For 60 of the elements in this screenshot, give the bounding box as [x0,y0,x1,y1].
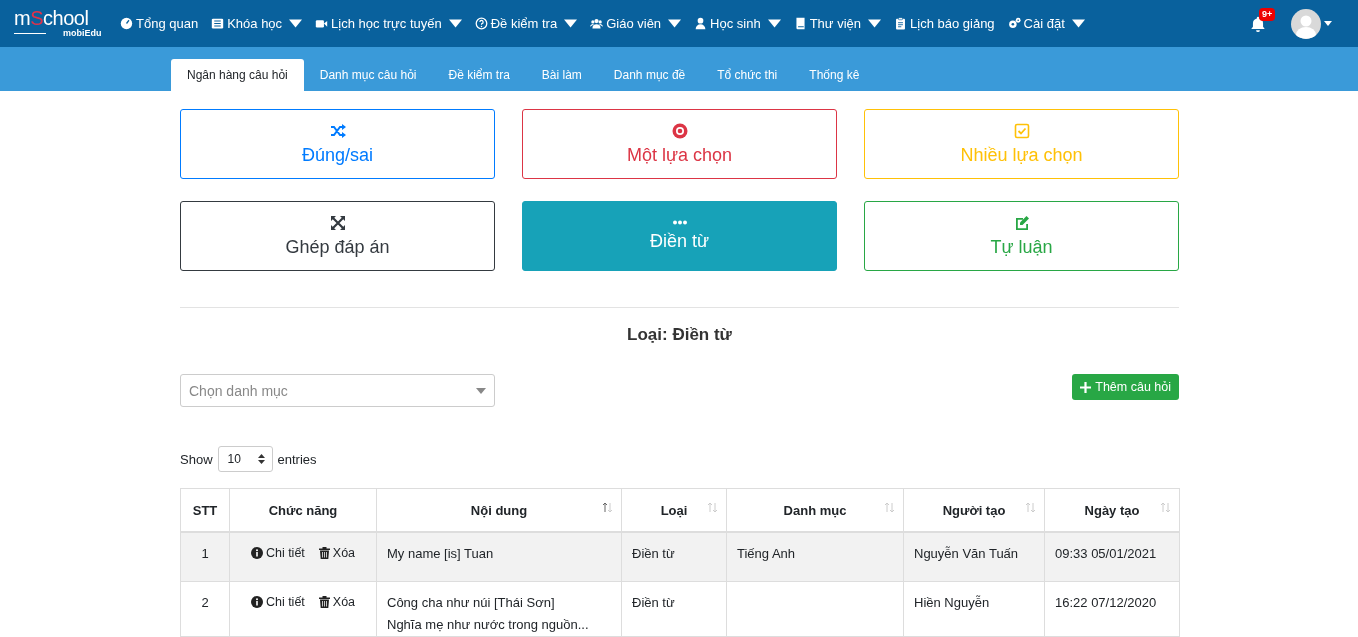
book-icon [793,17,807,30]
info-icon [250,596,263,608]
question-type-button[interactable]: Đúng/sai [180,109,495,179]
category-select[interactable]: Chọn danh mục [180,374,495,407]
brand-logo[interactable]: mSchool [14,9,104,27]
table-cell: 16:22 07/12/2020 [1044,581,1180,637]
notification-badge: 9+ [1259,7,1276,21]
show-label: Show [180,451,213,467]
table-cell: Nguyễn Văn Tuấn [903,532,1045,582]
radio-icon [671,122,688,139]
detail-link[interactable]: Chi tiết [250,546,305,560]
brand-subtitle: mobiEdu [63,28,102,38]
nav-menu-item[interactable]: Đề kiểm tra [474,16,578,31]
shuffle-icon [329,122,346,139]
table-cell: Hiền Nguyễn [903,581,1045,637]
nav-menu-item[interactable]: Học sinh [694,16,781,31]
avatar-icon[interactable] [1291,8,1321,39]
nav-menu-item[interactable]: Giáo viên [590,16,682,31]
dropdown-arrow-icon [476,387,486,394]
gauge-icon [120,17,133,30]
question-type-button[interactable]: Một lựa chọn [522,109,837,179]
nav-menu-item[interactable]: Tổng quan [120,16,199,31]
section-heading: Loại: Điền từ [626,325,733,345]
nav-tab[interactable]: Ngân hàng câu hỏi [171,59,304,91]
delete-link[interactable]: Xóa [318,595,356,609]
arrows-icon [329,214,346,231]
users-icon [590,17,604,30]
nav-menu-item[interactable]: Lịch báo giảng [894,16,995,31]
list-icon [211,17,225,30]
nav-menu-item[interactable]: Khóa học [211,16,303,31]
table-cell: My name [is] Tuan [376,532,622,582]
question-type-button[interactable]: Ghép đáp án [180,201,495,271]
detail-link[interactable]: Chi tiết [250,595,305,609]
video-camera-icon [315,17,329,30]
entries-label: entries [277,451,317,467]
info-icon [250,547,263,559]
trash-icon [318,547,330,559]
table-cell: Tiếng Anh [726,532,904,582]
nav-menu-item[interactable]: Thư viện [793,16,881,31]
trash-icon [318,596,330,608]
page-length-select[interactable]: 10 [217,446,273,472]
nav-menu-item[interactable]: Lịch học trực tuyến [315,16,462,31]
caret-icon[interactable] [1324,21,1332,26]
question-icon [474,17,488,30]
user-icon [694,17,708,30]
table-cell: 2 [180,581,230,637]
checkbox-icon [1013,122,1030,139]
table-cell: 09:33 05/01/2021 [1044,532,1180,582]
plus-icon [1080,381,1092,393]
table-cell: Điền từ [621,532,727,582]
dots-icon [671,220,688,225]
clipboard-icon [894,17,907,30]
gears-icon [1007,17,1021,30]
table-cell: Điền từ [621,581,727,637]
spinner-arrows-icon [257,454,265,464]
nav-menu-item[interactable]: Cài đặt [1007,16,1085,31]
table-cell: 1 [180,532,230,582]
edit-icon [1013,214,1030,231]
table-cell: Công cha như núi [Thái Sơn] Nghĩa mẹ như nước trong nguồn... [376,581,622,637]
delete-link[interactable]: Xóa [318,546,356,560]
